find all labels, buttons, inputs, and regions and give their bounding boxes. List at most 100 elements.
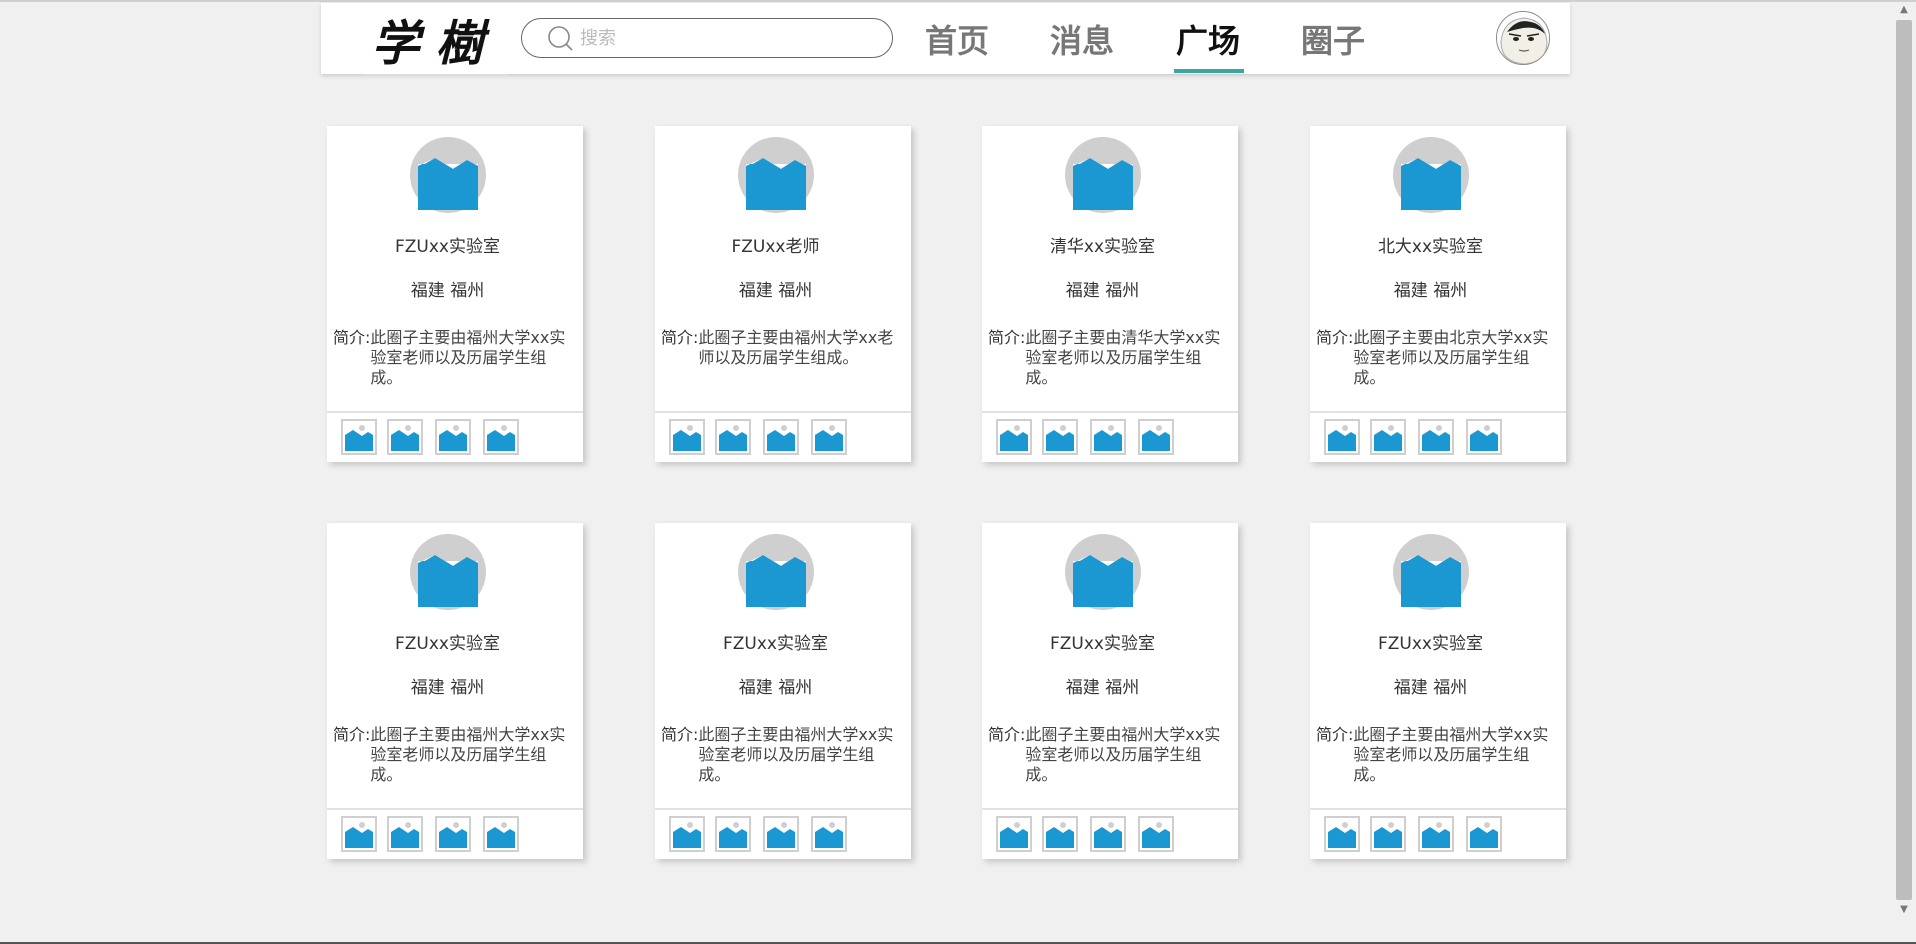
card-divider (982, 411, 1238, 413)
circle-card[interactable]: 清华xx实验室 福建 福州 简介: 此圈子主要由清华大学xx实验室老师以及历届学… (982, 126, 1238, 462)
intro-text: 此圈子主要由福州大学xx实验室老师以及历届学生组成。 (370, 725, 566, 784)
thumbnail-image-icon[interactable] (715, 816, 751, 852)
thumbnail-image-icon[interactable] (1090, 419, 1126, 455)
intro-text: 此圈子主要由福州大学xx实验室老师以及历届学生组成。 (698, 725, 894, 784)
thumbnail-image-icon[interactable] (1418, 816, 1454, 852)
intro-label: 简介: (1316, 328, 1354, 347)
circle-card[interactable]: FZUxx实验室 福建 福州 简介: 此圈子主要由福州大学xx实验室老师以及历届… (327, 126, 583, 462)
thumbnail-image-icon[interactable] (387, 816, 423, 852)
thumbnail-image-icon[interactable] (1138, 816, 1174, 852)
circle-card[interactable]: FZUxx实验室 福建 福州 简介: 此圈子主要由福州大学xx实验室老师以及历届… (327, 523, 583, 859)
intro-label: 简介: (661, 725, 699, 744)
circle-logo-image-icon (737, 136, 815, 214)
thumbnail-image-icon[interactable] (483, 419, 519, 455)
thumbnail-image-icon[interactable] (483, 816, 519, 852)
thumbnail-image-icon[interactable] (387, 419, 423, 455)
circle-location: 福建 福州 (1393, 281, 1468, 301)
circle-name[interactable]: FZUxx实验室 (327, 232, 568, 257)
circle-name[interactable]: FZUxx实验室 (327, 629, 568, 654)
thumbnail-image-icon[interactable] (435, 816, 471, 852)
circle-card[interactable]: 北大xx实验室 福建 福州 简介: 此圈子主要由北京大学xx实验室老师以及历届学… (1310, 126, 1566, 462)
thumbnail-image-icon[interactable] (1324, 419, 1360, 455)
thumbnail-image-icon[interactable] (1042, 419, 1078, 455)
intro-text: 此圈子主要由福州大学xx实验室老师以及历届学生组成。 (1353, 725, 1549, 784)
circle-name[interactable]: 清华xx实验室 (982, 232, 1223, 257)
circle-location: 福建 福州 (1065, 678, 1140, 698)
circle-name[interactable]: 北大xx实验室 (1310, 232, 1551, 257)
circle-logo-image-icon (1392, 533, 1470, 611)
window-top-border (0, 0, 1916, 2)
member-thumbnails (996, 419, 1236, 457)
intro-text: 此圈子主要由福州大学xx老师以及历届学生组成。 (698, 328, 894, 367)
avatar-cartoon-icon (1497, 12, 1549, 64)
intro-text: 此圈子主要由福州大学xx实验室老师以及历届学生组成。 (370, 328, 566, 387)
thumbnail-image-icon[interactable] (811, 419, 847, 455)
thumbnail-image-icon[interactable] (1466, 419, 1502, 455)
thumbnail-image-icon[interactable] (763, 419, 799, 455)
thumbnail-image-icon[interactable] (1370, 419, 1406, 455)
thumbnail-image-icon[interactable] (996, 419, 1032, 455)
circle-card[interactable]: FZUxx老师 福建 福州 简介: 此圈子主要由福州大学xx老师以及历届学生组成… (655, 126, 911, 462)
thumbnail-image-icon[interactable] (669, 816, 705, 852)
thumbnail-image-icon[interactable] (1418, 419, 1454, 455)
circle-intro: 简介: 此圈子主要由福州大学xx老师以及历届学生组成。 (661, 328, 901, 368)
card-divider (327, 808, 583, 810)
intro-label: 简介: (988, 725, 1026, 744)
circle-intro: 简介: 此圈子主要由福州大学xx实验室老师以及历届学生组成。 (988, 725, 1228, 785)
member-thumbnails (996, 816, 1236, 854)
thumbnail-image-icon[interactable] (996, 816, 1032, 852)
thumbnail-image-icon[interactable] (1042, 816, 1078, 852)
search-box[interactable] (521, 18, 893, 58)
site-logo[interactable]: 学樹 (363, 3, 508, 74)
nav-messages[interactable]: 消息 (1050, 3, 1114, 74)
circle-intro: 简介: 此圈子主要由福州大学xx实验室老师以及历届学生组成。 (661, 725, 901, 785)
scroll-down-arrow[interactable]: ▼ (1896, 902, 1912, 918)
page-scrollbar[interactable] (1896, 20, 1912, 900)
thumbnail-image-icon[interactable] (1138, 419, 1174, 455)
circle-name[interactable]: FZUxx实验室 (655, 629, 896, 654)
thumbnail-image-icon[interactable] (341, 419, 377, 455)
circle-intro: 简介: 此圈子主要由福州大学xx实验室老师以及历届学生组成。 (333, 328, 573, 388)
circle-logo-image-icon (409, 533, 487, 611)
circle-card[interactable]: FZUxx实验室 福建 福州 简介: 此圈子主要由福州大学xx实验室老师以及历届… (982, 523, 1238, 859)
circle-logo-image-icon (409, 136, 487, 214)
thumbnail-image-icon[interactable] (435, 419, 471, 455)
circle-logo-image-icon (1064, 533, 1142, 611)
thumbnail-image-icon[interactable] (763, 816, 799, 852)
circle-intro: 简介: 此圈子主要由清华大学xx实验室老师以及历届学生组成。 (988, 328, 1228, 388)
thumbnail-image-icon[interactable] (669, 419, 705, 455)
search-input[interactable] (578, 26, 882, 50)
card-divider (655, 411, 911, 413)
circle-location: 福建 福州 (1393, 678, 1468, 698)
thumbnail-image-icon[interactable] (1324, 816, 1360, 852)
circle-intro: 简介: 此圈子主要由北京大学xx实验室老师以及历届学生组成。 (1316, 328, 1556, 388)
top-header: 学樹 首页 消息 广场 圈子 (321, 3, 1570, 76)
nav-home[interactable]: 首页 (925, 3, 989, 74)
circle-name[interactable]: FZUxx实验室 (982, 629, 1223, 654)
intro-text: 此圈子主要由福州大学xx实验室老师以及历届学生组成。 (1025, 725, 1221, 784)
thumbnail-image-icon[interactable] (1466, 816, 1502, 852)
member-thumbnails (669, 816, 909, 854)
intro-label: 简介: (1316, 725, 1354, 744)
scroll-up-arrow[interactable]: ▲ (1896, 2, 1912, 18)
card-divider (1310, 411, 1566, 413)
nav-circles[interactable]: 圈子 (1301, 3, 1365, 74)
circle-card[interactable]: FZUxx实验室 福建 福州 简介: 此圈子主要由福州大学xx实验室老师以及历届… (1310, 523, 1566, 859)
search-icon (546, 24, 574, 52)
nav-square[interactable]: 广场 (1176, 3, 1240, 74)
circle-logo-image-icon (737, 533, 815, 611)
circle-location: 福建 福州 (410, 678, 485, 698)
thumbnail-image-icon[interactable] (811, 816, 847, 852)
user-avatar[interactable] (1496, 11, 1550, 65)
circle-card[interactable]: FZUxx实验室 福建 福州 简介: 此圈子主要由福州大学xx实验室老师以及历届… (655, 523, 911, 859)
thumbnail-image-icon[interactable] (1090, 816, 1126, 852)
thumbnail-image-icon[interactable] (1370, 816, 1406, 852)
thumbnail-image-icon[interactable] (715, 419, 751, 455)
thumbnail-image-icon[interactable] (341, 816, 377, 852)
intro-label: 简介: (988, 328, 1026, 347)
circle-name[interactable]: FZUxx老师 (655, 232, 896, 257)
circle-logo-image-icon (1392, 136, 1470, 214)
member-thumbnails (341, 816, 581, 854)
circle-intro: 简介: 此圈子主要由福州大学xx实验室老师以及历届学生组成。 (333, 725, 573, 785)
circle-name[interactable]: FZUxx实验室 (1310, 629, 1551, 654)
